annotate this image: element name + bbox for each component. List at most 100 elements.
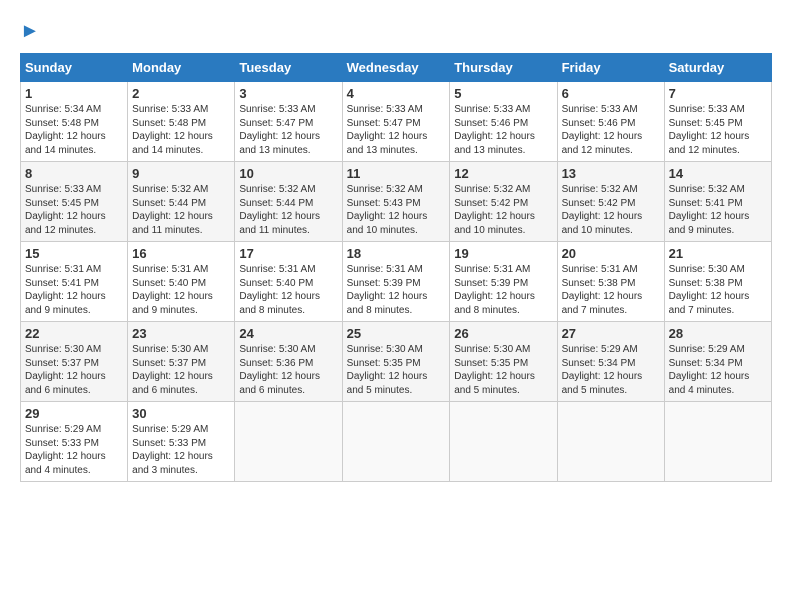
calendar-cell: 30 Sunrise: 5:29 AM Sunset: 5:33 PM Dayli… — [128, 402, 235, 482]
day-number: 28 — [669, 326, 767, 341]
header: ► — [20, 20, 772, 43]
calendar-cell: 17 Sunrise: 5:31 AM Sunset: 5:40 PM Dayli… — [235, 242, 342, 322]
day-header-friday: Friday — [557, 54, 664, 82]
day-number: 25 — [347, 326, 446, 341]
day-info: Sunrise: 5:33 AM Sunset: 5:45 PM Dayligh… — [669, 103, 767, 157]
calendar-cell: 13 Sunrise: 5:32 AM Sunset: 5:42 PM Dayli… — [557, 162, 664, 242]
day-info: Sunrise: 5:33 AM Sunset: 5:45 PM Dayligh… — [25, 183, 123, 237]
day-number: 20 — [562, 246, 660, 261]
week-row-3: 15 Sunrise: 5:31 AM Sunset: 5:41 PM Dayli… — [21, 242, 772, 322]
day-header-sunday: Sunday — [21, 54, 128, 82]
day-info: Sunrise: 5:33 AM Sunset: 5:47 PM Dayligh… — [347, 103, 446, 157]
day-info: Sunrise: 5:31 AM Sunset: 5:39 PM Dayligh… — [454, 263, 552, 317]
day-info: Sunrise: 5:29 AM Sunset: 5:34 PM Dayligh… — [669, 343, 767, 397]
day-info: Sunrise: 5:30 AM Sunset: 5:37 PM Dayligh… — [132, 343, 230, 397]
day-number: 16 — [132, 246, 230, 261]
day-number: 23 — [132, 326, 230, 341]
day-number: 29 — [25, 406, 123, 421]
day-number: 2 — [132, 86, 230, 101]
day-info: Sunrise: 5:31 AM Sunset: 5:39 PM Dayligh… — [347, 263, 446, 317]
day-number: 19 — [454, 246, 552, 261]
day-info: Sunrise: 5:33 AM Sunset: 5:48 PM Dayligh… — [132, 103, 230, 157]
day-info: Sunrise: 5:33 AM Sunset: 5:46 PM Dayligh… — [562, 103, 660, 157]
day-number: 12 — [454, 166, 552, 181]
calendar-cell: 29 Sunrise: 5:29 AM Sunset: 5:33 PM Dayli… — [21, 402, 128, 482]
day-number: 3 — [239, 86, 337, 101]
day-info: Sunrise: 5:33 AM Sunset: 5:47 PM Dayligh… — [239, 103, 337, 157]
day-number: 10 — [239, 166, 337, 181]
calendar-cell — [450, 402, 557, 482]
day-info: Sunrise: 5:34 AM Sunset: 5:48 PM Dayligh… — [25, 103, 123, 157]
week-row-2: 8Sunrise: 5:33 AM Sunset: 5:45 PM Daylig… — [21, 162, 772, 242]
day-info: Sunrise: 5:32 AM Sunset: 5:42 PM Dayligh… — [562, 183, 660, 237]
calendar-cell: 21Sunrise: 5:30 AM Sunset: 5:38 PM Dayli… — [664, 242, 771, 322]
day-number: 7 — [669, 86, 767, 101]
calendar-cell: 11 Sunrise: 5:32 AM Sunset: 5:43 PM Dayli… — [342, 162, 450, 242]
day-header-wednesday: Wednesday — [342, 54, 450, 82]
calendar-cell: 1 Sunrise: 5:34 AM Sunset: 5:48 PM Daylig… — [21, 82, 128, 162]
day-info: Sunrise: 5:32 AM Sunset: 5:43 PM Dayligh… — [347, 183, 446, 237]
calendar-cell: 3 Sunrise: 5:33 AM Sunset: 5:47 PM Daylig… — [235, 82, 342, 162]
day-number: 26 — [454, 326, 552, 341]
calendar-cell: 4 Sunrise: 5:33 AM Sunset: 5:47 PM Daylig… — [342, 82, 450, 162]
day-info: Sunrise: 5:33 AM Sunset: 5:46 PM Dayligh… — [454, 103, 552, 157]
day-info: Sunrise: 5:32 AM Sunset: 5:41 PM Dayligh… — [669, 183, 767, 237]
week-row-1: 1 Sunrise: 5:34 AM Sunset: 5:48 PM Daylig… — [21, 82, 772, 162]
day-info: Sunrise: 5:32 AM Sunset: 5:44 PM Dayligh… — [132, 183, 230, 237]
day-info: Sunrise: 5:30 AM Sunset: 5:36 PM Dayligh… — [239, 343, 337, 397]
day-info: Sunrise: 5:30 AM Sunset: 5:37 PM Dayligh… — [25, 343, 123, 397]
day-number: 13 — [562, 166, 660, 181]
calendar-cell: 9 Sunrise: 5:32 AM Sunset: 5:44 PM Daylig… — [128, 162, 235, 242]
logo-icon: ► — [20, 20, 40, 42]
day-header-monday: Monday — [128, 54, 235, 82]
day-info: Sunrise: 5:32 AM Sunset: 5:44 PM Dayligh… — [239, 183, 337, 237]
calendar-cell: 6 Sunrise: 5:33 AM Sunset: 5:46 PM Daylig… — [557, 82, 664, 162]
day-number: 11 — [347, 166, 446, 181]
calendar-cell: 20 Sunrise: 5:31 AM Sunset: 5:38 PM Dayli… — [557, 242, 664, 322]
calendar-cell: 2 Sunrise: 5:33 AM Sunset: 5:48 PM Daylig… — [128, 82, 235, 162]
header-row: SundayMondayTuesdayWednesdayThursdayFrid… — [21, 54, 772, 82]
calendar-cell: 18Sunrise: 5:31 AM Sunset: 5:39 PM Dayli… — [342, 242, 450, 322]
day-number: 4 — [347, 86, 446, 101]
day-info: Sunrise: 5:29 AM Sunset: 5:33 PM Dayligh… — [132, 423, 230, 477]
day-info: Sunrise: 5:31 AM Sunset: 5:41 PM Dayligh… — [25, 263, 123, 317]
calendar-cell: 15 Sunrise: 5:31 AM Sunset: 5:41 PM Dayli… — [21, 242, 128, 322]
logo: ► — [20, 20, 38, 43]
day-info: Sunrise: 5:31 AM Sunset: 5:40 PM Dayligh… — [132, 263, 230, 317]
calendar-cell — [342, 402, 450, 482]
day-number: 14 — [669, 166, 767, 181]
calendar-cell — [235, 402, 342, 482]
calendar-cell: 12Sunrise: 5:32 AM Sunset: 5:42 PM Dayli… — [450, 162, 557, 242]
day-info: Sunrise: 5:29 AM Sunset: 5:34 PM Dayligh… — [562, 343, 660, 397]
calendar-cell: 10 Sunrise: 5:32 AM Sunset: 5:44 PM Dayli… — [235, 162, 342, 242]
day-number: 6 — [562, 86, 660, 101]
calendar-cell: 28 Sunrise: 5:29 AM Sunset: 5:34 PM Dayli… — [664, 322, 771, 402]
day-info: Sunrise: 5:30 AM Sunset: 5:38 PM Dayligh… — [669, 263, 767, 317]
calendar-table: SundayMondayTuesdayWednesdayThursdayFrid… — [20, 53, 772, 482]
day-info: Sunrise: 5:30 AM Sunset: 5:35 PM Dayligh… — [347, 343, 446, 397]
day-number: 15 — [25, 246, 123, 261]
day-info: Sunrise: 5:30 AM Sunset: 5:35 PM Dayligh… — [454, 343, 552, 397]
day-info: Sunrise: 5:29 AM Sunset: 5:33 PM Dayligh… — [25, 423, 123, 477]
calendar-cell: 19 Sunrise: 5:31 AM Sunset: 5:39 PM Dayli… — [450, 242, 557, 322]
calendar-cell: 25 Sunrise: 5:30 AM Sunset: 5:35 PM Dayli… — [342, 322, 450, 402]
day-info: Sunrise: 5:31 AM Sunset: 5:40 PM Dayligh… — [239, 263, 337, 317]
day-number: 9 — [132, 166, 230, 181]
day-header-tuesday: Tuesday — [235, 54, 342, 82]
calendar-cell: 7 Sunrise: 5:33 AM Sunset: 5:45 PM Daylig… — [664, 82, 771, 162]
day-number: 22 — [25, 326, 123, 341]
calendar-cell — [664, 402, 771, 482]
calendar-cell: 5Sunrise: 5:33 AM Sunset: 5:46 PM Daylig… — [450, 82, 557, 162]
week-row-5: 29 Sunrise: 5:29 AM Sunset: 5:33 PM Dayli… — [21, 402, 772, 482]
day-number: 24 — [239, 326, 337, 341]
day-info: Sunrise: 5:31 AM Sunset: 5:38 PM Dayligh… — [562, 263, 660, 317]
day-header-saturday: Saturday — [664, 54, 771, 82]
day-header-thursday: Thursday — [450, 54, 557, 82]
calendar-cell: 27 Sunrise: 5:29 AM Sunset: 5:34 PM Dayli… — [557, 322, 664, 402]
day-number: 30 — [132, 406, 230, 421]
day-number: 1 — [25, 86, 123, 101]
calendar-cell: 14 Sunrise: 5:32 AM Sunset: 5:41 PM Dayli… — [664, 162, 771, 242]
day-number: 17 — [239, 246, 337, 261]
day-number: 27 — [562, 326, 660, 341]
calendar-cell: 22 Sunrise: 5:30 AM Sunset: 5:37 PM Dayli… — [21, 322, 128, 402]
